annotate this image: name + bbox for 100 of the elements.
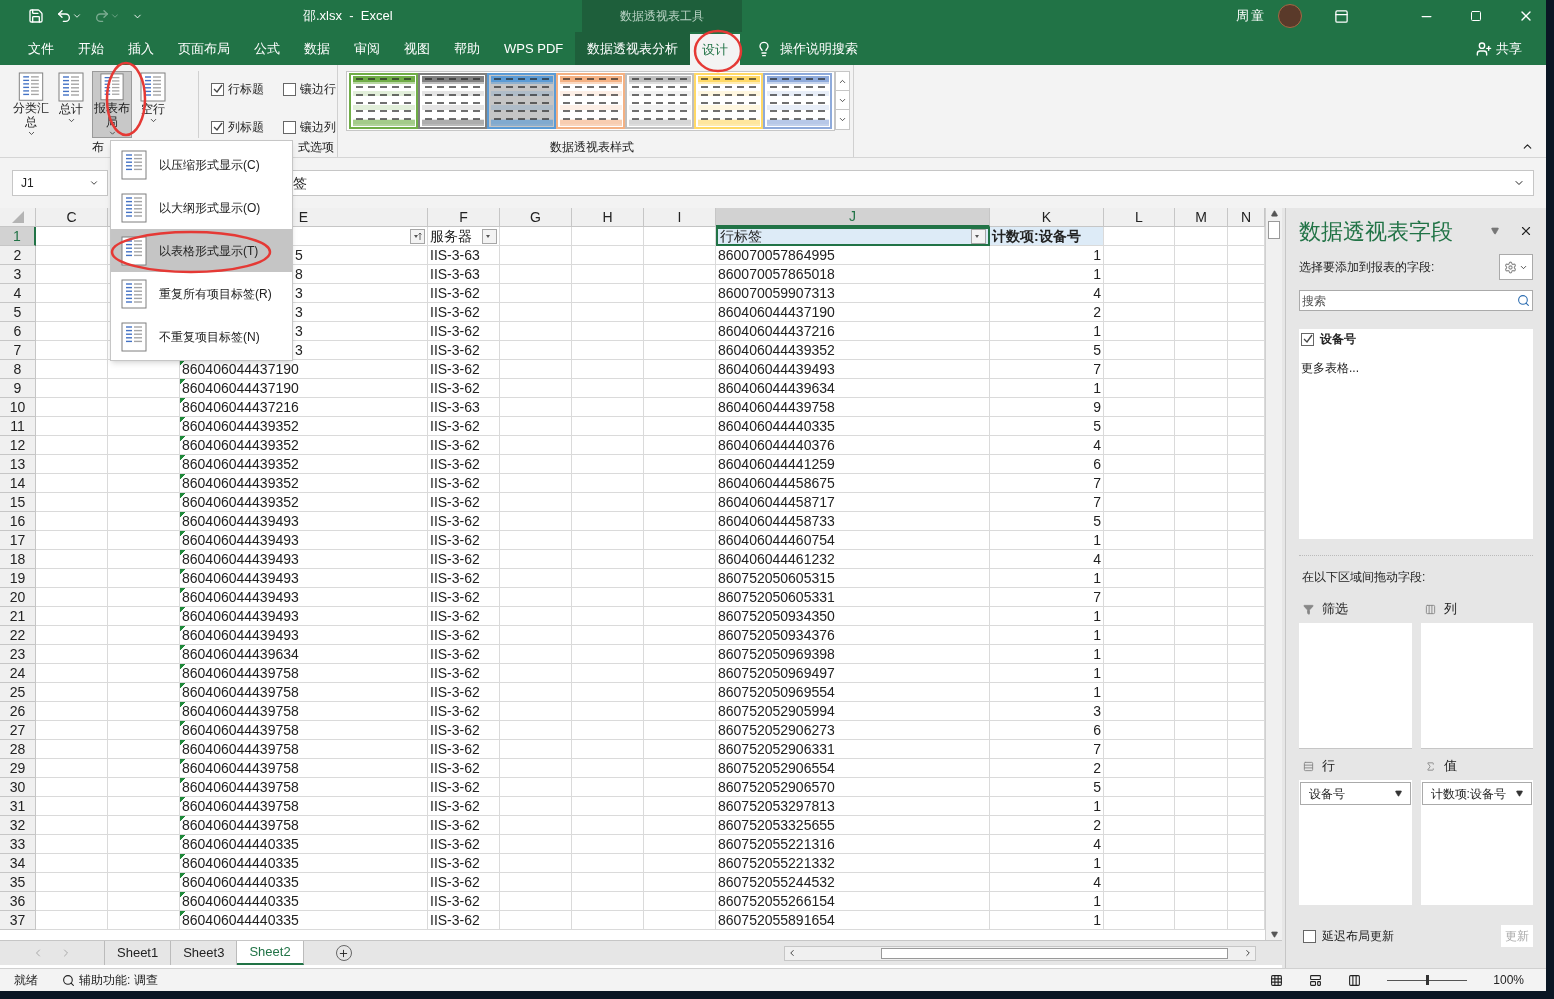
table-cell[interactable]: 860406044458733 <box>716 512 990 531</box>
table-cell[interactable] <box>644 436 716 455</box>
table-cell[interactable] <box>1104 911 1175 930</box>
table-cell[interactable] <box>36 360 108 379</box>
table-cell[interactable] <box>644 911 716 930</box>
table-cell[interactable]: IIS-3-62 <box>428 873 500 892</box>
table-cell[interactable] <box>1104 284 1175 303</box>
table-cell[interactable] <box>572 531 644 550</box>
table-cell[interactable]: 860070057864995 <box>716 246 990 265</box>
table-cell[interactable] <box>572 512 644 531</box>
pivot-style-thumbnail[interactable] <box>556 73 625 129</box>
table-cell[interactable] <box>500 892 572 911</box>
table-cell[interactable]: 860406044458675 <box>716 474 990 493</box>
ribbon-tab[interactable]: 页面布局 <box>166 32 242 65</box>
page-layout-icon[interactable] <box>1309 973 1323 987</box>
table-cell[interactable] <box>500 341 572 360</box>
row-header[interactable]: 22 <box>0 626 36 645</box>
row-header[interactable]: 31 <box>0 797 36 816</box>
pivot-style-thumbnail[interactable] <box>418 73 487 129</box>
table-cell[interactable] <box>644 683 716 702</box>
table-cell[interactable]: 860406044461232 <box>716 550 990 569</box>
table-cell[interactable]: 服务器 <box>428 227 500 246</box>
row-header[interactable]: 23 <box>0 645 36 664</box>
table-cell[interactable]: 860406044437190 <box>180 379 428 398</box>
row-header[interactable]: 14 <box>0 474 36 493</box>
table-cell[interactable] <box>36 341 108 360</box>
table-cell[interactable] <box>1175 664 1228 683</box>
table-cell[interactable]: 860406044439758 <box>180 797 428 816</box>
table-cell[interactable] <box>36 493 108 512</box>
table-cell[interactable] <box>108 740 180 759</box>
table-cell[interactable]: 860752050934350 <box>716 607 990 626</box>
table-cell[interactable] <box>572 607 644 626</box>
table-cell[interactable] <box>500 398 572 417</box>
table-cell[interactable] <box>500 797 572 816</box>
name-box[interactable]: J1 <box>21 174 34 192</box>
table-cell[interactable]: 860752052906554 <box>716 759 990 778</box>
table-cell[interactable]: IIS-3-63 <box>428 265 500 284</box>
table-cell[interactable]: 4 <box>990 873 1104 892</box>
table-cell[interactable]: IIS-3-62 <box>428 645 500 664</box>
table-cell[interactable] <box>644 265 716 284</box>
table-cell[interactable]: 860752055221316 <box>716 835 990 854</box>
table-cell[interactable]: 860406044440335 <box>716 417 990 436</box>
table-cell[interactable] <box>572 360 644 379</box>
table-cell[interactable] <box>108 778 180 797</box>
table-cell[interactable] <box>1104 379 1175 398</box>
table-cell[interactable] <box>644 873 716 892</box>
table-cell[interactable] <box>36 531 108 550</box>
table-cell[interactable]: IIS-3-62 <box>428 626 500 645</box>
table-cell[interactable]: 860406044439493 <box>716 360 990 379</box>
table-cell[interactable] <box>36 645 108 664</box>
table-cell[interactable] <box>572 588 644 607</box>
pivot-style-thumbnail[interactable] <box>487 73 556 129</box>
row-header[interactable]: 33 <box>0 835 36 854</box>
table-cell[interactable] <box>108 626 180 645</box>
table-cell[interactable] <box>1175 436 1228 455</box>
table-cell[interactable] <box>1175 417 1228 436</box>
table-cell[interactable] <box>1175 227 1228 246</box>
table-cell[interactable]: IIS-3-62 <box>428 303 500 322</box>
pane-options-icon[interactable] <box>1491 227 1499 235</box>
table-cell[interactable] <box>500 759 572 778</box>
table-cell[interactable]: 860406044439493 <box>180 531 428 550</box>
table-cell[interactable] <box>1104 664 1175 683</box>
row-header[interactable]: 12 <box>0 436 36 455</box>
table-cell[interactable] <box>500 626 572 645</box>
table-cell[interactable]: 860406044439634 <box>716 379 990 398</box>
table-cell[interactable] <box>1104 835 1175 854</box>
table-cell[interactable] <box>108 664 180 683</box>
table-cell[interactable]: 1 <box>990 569 1104 588</box>
table-cell[interactable] <box>644 626 716 645</box>
table-cell[interactable] <box>1175 493 1228 512</box>
row-header[interactable]: 3 <box>0 265 36 284</box>
table-cell[interactable] <box>1104 816 1175 835</box>
table-cell[interactable]: 860752050969554 <box>716 683 990 702</box>
table-cell[interactable] <box>108 436 180 455</box>
table-cell[interactable] <box>1175 759 1228 778</box>
close-icon[interactable] <box>1519 224 1533 238</box>
pivot-style-thumbnail[interactable] <box>763 73 832 129</box>
table-cell[interactable] <box>572 797 644 816</box>
table-cell[interactable] <box>1104 246 1175 265</box>
filter-dropdown-button[interactable] <box>971 229 986 244</box>
table-cell[interactable] <box>644 455 716 474</box>
table-cell[interactable]: 4 <box>990 436 1104 455</box>
table-cell[interactable] <box>1175 569 1228 588</box>
table-cell[interactable] <box>1104 740 1175 759</box>
row-header[interactable]: 25 <box>0 683 36 702</box>
table-cell[interactable] <box>1175 246 1228 265</box>
row-header[interactable]: 29 <box>0 759 36 778</box>
table-cell[interactable]: 860752055244532 <box>716 873 990 892</box>
vertical-scrollbar[interactable] <box>1265 208 1282 940</box>
table-cell[interactable] <box>500 664 572 683</box>
table-cell[interactable] <box>36 664 108 683</box>
table-cell[interactable] <box>1104 322 1175 341</box>
row-header[interactable]: 8 <box>0 360 36 379</box>
table-cell[interactable] <box>1104 455 1175 474</box>
table-cell[interactable]: 5 <box>990 512 1104 531</box>
table-cell[interactable] <box>1175 740 1228 759</box>
table-cell[interactable] <box>1104 360 1175 379</box>
table-cell[interactable]: IIS-3-62 <box>428 664 500 683</box>
table-cell[interactable] <box>1104 607 1175 626</box>
table-cell[interactable] <box>1175 455 1228 474</box>
